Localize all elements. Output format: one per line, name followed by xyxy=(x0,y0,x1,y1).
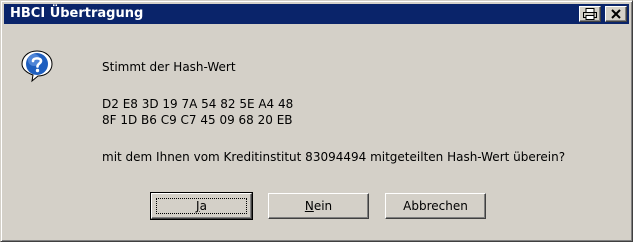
confirm-text: mit dem Ihnen vom Kreditinstitut 8309449… xyxy=(102,150,566,164)
ja-button-label: Ja xyxy=(196,199,207,213)
question-text: Stimmt der Hash-Wert xyxy=(102,60,236,74)
ja-label-rest: a xyxy=(199,199,207,213)
hash-line-2: 8F 1D B6 C9 C7 45 09 68 20 EB xyxy=(102,113,293,127)
close-button[interactable] xyxy=(605,6,627,22)
title-bar[interactable]: HBCI Übertragung xyxy=(4,4,629,24)
abbrechen-button-label: Abbrechen xyxy=(403,199,468,213)
close-icon xyxy=(611,9,621,19)
nein-mnemonic: N xyxy=(304,199,314,213)
nein-label-rest: ein xyxy=(313,199,333,213)
nein-button[interactable]: Nein xyxy=(268,193,369,219)
ja-button[interactable]: Ja xyxy=(150,192,253,220)
print-button[interactable] xyxy=(579,6,601,22)
hbci-dialog: HBCI Übertragung Stimmt der Hash-Wert D2… xyxy=(0,0,633,242)
question-icon xyxy=(21,50,53,83)
hash-line-1: D2 E8 3D 19 7A 54 82 5E A4 48 xyxy=(102,97,294,111)
nein-button-label: Nein xyxy=(305,199,332,213)
printer-icon xyxy=(583,8,597,20)
abbrechen-button[interactable]: Abbrechen xyxy=(385,193,486,219)
window-title: HBCI Übertragung xyxy=(10,6,144,21)
